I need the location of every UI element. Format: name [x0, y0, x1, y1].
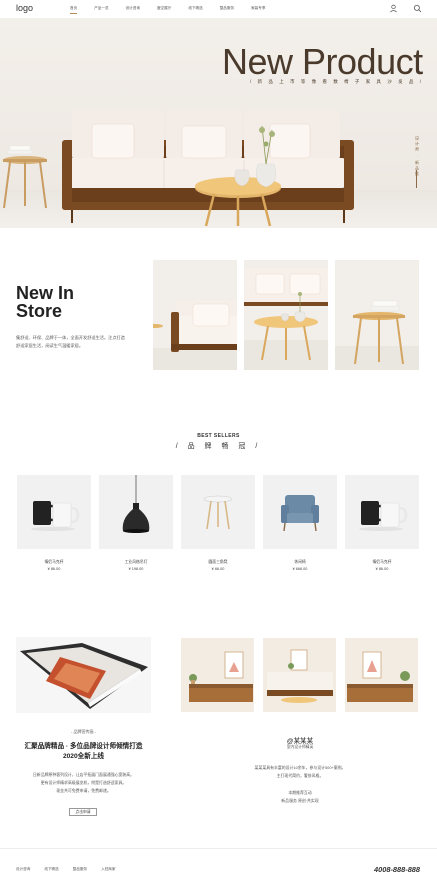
designer-note-line: 本期推荐互动	[288, 790, 312, 795]
nav-links: 首页 产品一览 设计咨询 度空展厅 线下精选 整品服务 家装专享	[70, 6, 282, 14]
armchair-icon[interactable]	[263, 475, 337, 549]
hero-side-text: 设计师 · 新品推	[415, 136, 420, 178]
user-icon[interactable]	[389, 4, 398, 13]
mug-pair-icon[interactable]	[17, 475, 91, 549]
pendant-lamp-icon[interactable]	[99, 475, 173, 549]
nav-link-exclusive[interactable]: 家装专享	[251, 6, 265, 11]
product-name: 情侣马克杯	[44, 560, 64, 564]
article-title: 汇聚品牌精品 · 多位品牌设计师倾情打造 2020全新上线	[16, 742, 151, 762]
hero-subtitle: / 新 品 上 市 等 像 看 数 椅 子 家 具 沙 发 品 /	[250, 79, 424, 84]
product-price: ¥ 198.00	[128, 567, 144, 571]
brand-catalog-image[interactable]	[16, 637, 151, 713]
designer-bio-line: 主打现代简约，奢侈风格。	[276, 773, 324, 778]
product-card[interactable]: 休闲椅 ¥ 666.00	[263, 475, 337, 571]
mug-pair-icon[interactable]	[345, 475, 419, 549]
room-image-sofa[interactable]	[263, 638, 336, 712]
footer-link-design[interactable]: 设计咨询	[16, 867, 30, 872]
best-sellers-subtitle: / 品 牌 畅 冠 /	[175, 443, 262, 450]
new-in-store-title: New In Store	[16, 283, 75, 321]
search-icon[interactable]	[413, 4, 422, 13]
article-label: - 品牌宣传画 -	[71, 729, 96, 734]
nav-link-showroom[interactable]: 度空展厅	[157, 6, 171, 11]
product-price: ¥ 66.00	[211, 567, 225, 571]
footer-link-offline[interactable]: 线下精选	[44, 867, 58, 872]
article-desc-line: 日新品牌原种客列设计，让店平拓展门面展通强心宽装高。	[32, 772, 135, 777]
room-image-desk[interactable]	[181, 638, 254, 712]
article-title-line: 汇聚品牌精品 · 多位品牌设计师倾情打造	[24, 743, 143, 750]
designer-note-line: 新品服务 原创·共实现	[281, 798, 319, 803]
room-image-shelf[interactable]	[345, 638, 418, 712]
new-in-store-image-table[interactable]	[244, 260, 328, 370]
footer-divider	[0, 848, 437, 849]
designer-bio-line: 某某某具有丰富的设计10余年，参与设计500+案例。	[254, 765, 346, 770]
product-price: ¥ 86.00	[375, 567, 389, 571]
best-sellers-title: BEST SELLERS	[197, 433, 240, 439]
designer-name: @某某某	[286, 738, 314, 745]
product-card[interactable]: 情侣马克杯 ¥ 86.00	[17, 475, 91, 571]
nav-link-design[interactable]: 设计咨询	[126, 6, 140, 11]
nav-link-offline[interactable]: 线下精选	[188, 6, 202, 11]
stool-icon[interactable]	[181, 475, 255, 549]
footer-links: 设计咨询 线下精选 整品服务 入驻商家	[16, 867, 130, 872]
article-title-line: 2020全新上线	[62, 753, 105, 760]
nav-link-service[interactable]: 整品服务	[220, 6, 234, 11]
product-card[interactable]: 情侣马克杯 ¥ 86.00	[345, 475, 419, 571]
hero-title: New Product	[222, 41, 423, 82]
hero-side-divider	[416, 170, 417, 188]
nav-link-home[interactable]: 首页	[70, 6, 78, 14]
product-name: 圆面三角凳	[208, 560, 228, 564]
designer-bio: 某某某具有丰富的设计10余年，参与设计500+案例。 主打现代简约，奢侈风格。	[180, 764, 420, 780]
new-in-store-description: 集舒适、环保、品牌于一体，全面开发舒适生活。注点打造舒适家居生活，阅读生气温暖家…	[16, 335, 125, 348]
product-name: 情侣马克杯	[372, 560, 392, 564]
footer-link-service[interactable]: 整品服务	[73, 867, 87, 872]
product-price: ¥ 666.00	[292, 567, 308, 571]
article-desc-line: 更有设计师精求高级展览机，附是打造舒适家具。	[40, 780, 127, 785]
new-in-store-image-sofa[interactable]	[153, 260, 237, 370]
product-card[interactable]: 工业风格吊灯 ¥ 198.00	[99, 475, 173, 571]
designer-role: 室内设计师精英	[286, 745, 314, 749]
apply-button[interactable]: 点击申请	[69, 808, 97, 816]
product-name: 休闲椅	[294, 560, 306, 564]
article-description: 日新品牌原种客列设计，让店平拓展门面展通强心宽装高。 更有设计师精求高级展览机，…	[16, 771, 151, 795]
hero-banner[interactable]: New Product / 新 品 上 市 等 像 看 数 椅 子 家 具 沙 …	[0, 18, 437, 228]
logo[interactable]: logo	[16, 3, 33, 13]
article-desc-line: 现金共可免费申请，免费邮递。	[56, 788, 111, 793]
nav-link-products[interactable]: 产品一览	[94, 6, 108, 11]
top-nav: logo 首页 产品一览 设计咨询 度空展厅 线下精选 整品服务 家装专享	[0, 0, 437, 18]
footer-phone: 4008-888-888	[374, 865, 421, 874]
new-in-store-image-side-table[interactable]	[335, 260, 419, 370]
designer-note: 本期推荐互动 新品服务 原创·共实现	[180, 789, 420, 805]
product-price: ¥ 86.00	[47, 567, 61, 571]
product-card[interactable]: 圆面三角凳 ¥ 66.00	[181, 475, 255, 571]
product-name: 工业风格吊灯	[124, 560, 148, 564]
footer-link-merchant[interactable]: 入驻商家	[101, 867, 115, 872]
